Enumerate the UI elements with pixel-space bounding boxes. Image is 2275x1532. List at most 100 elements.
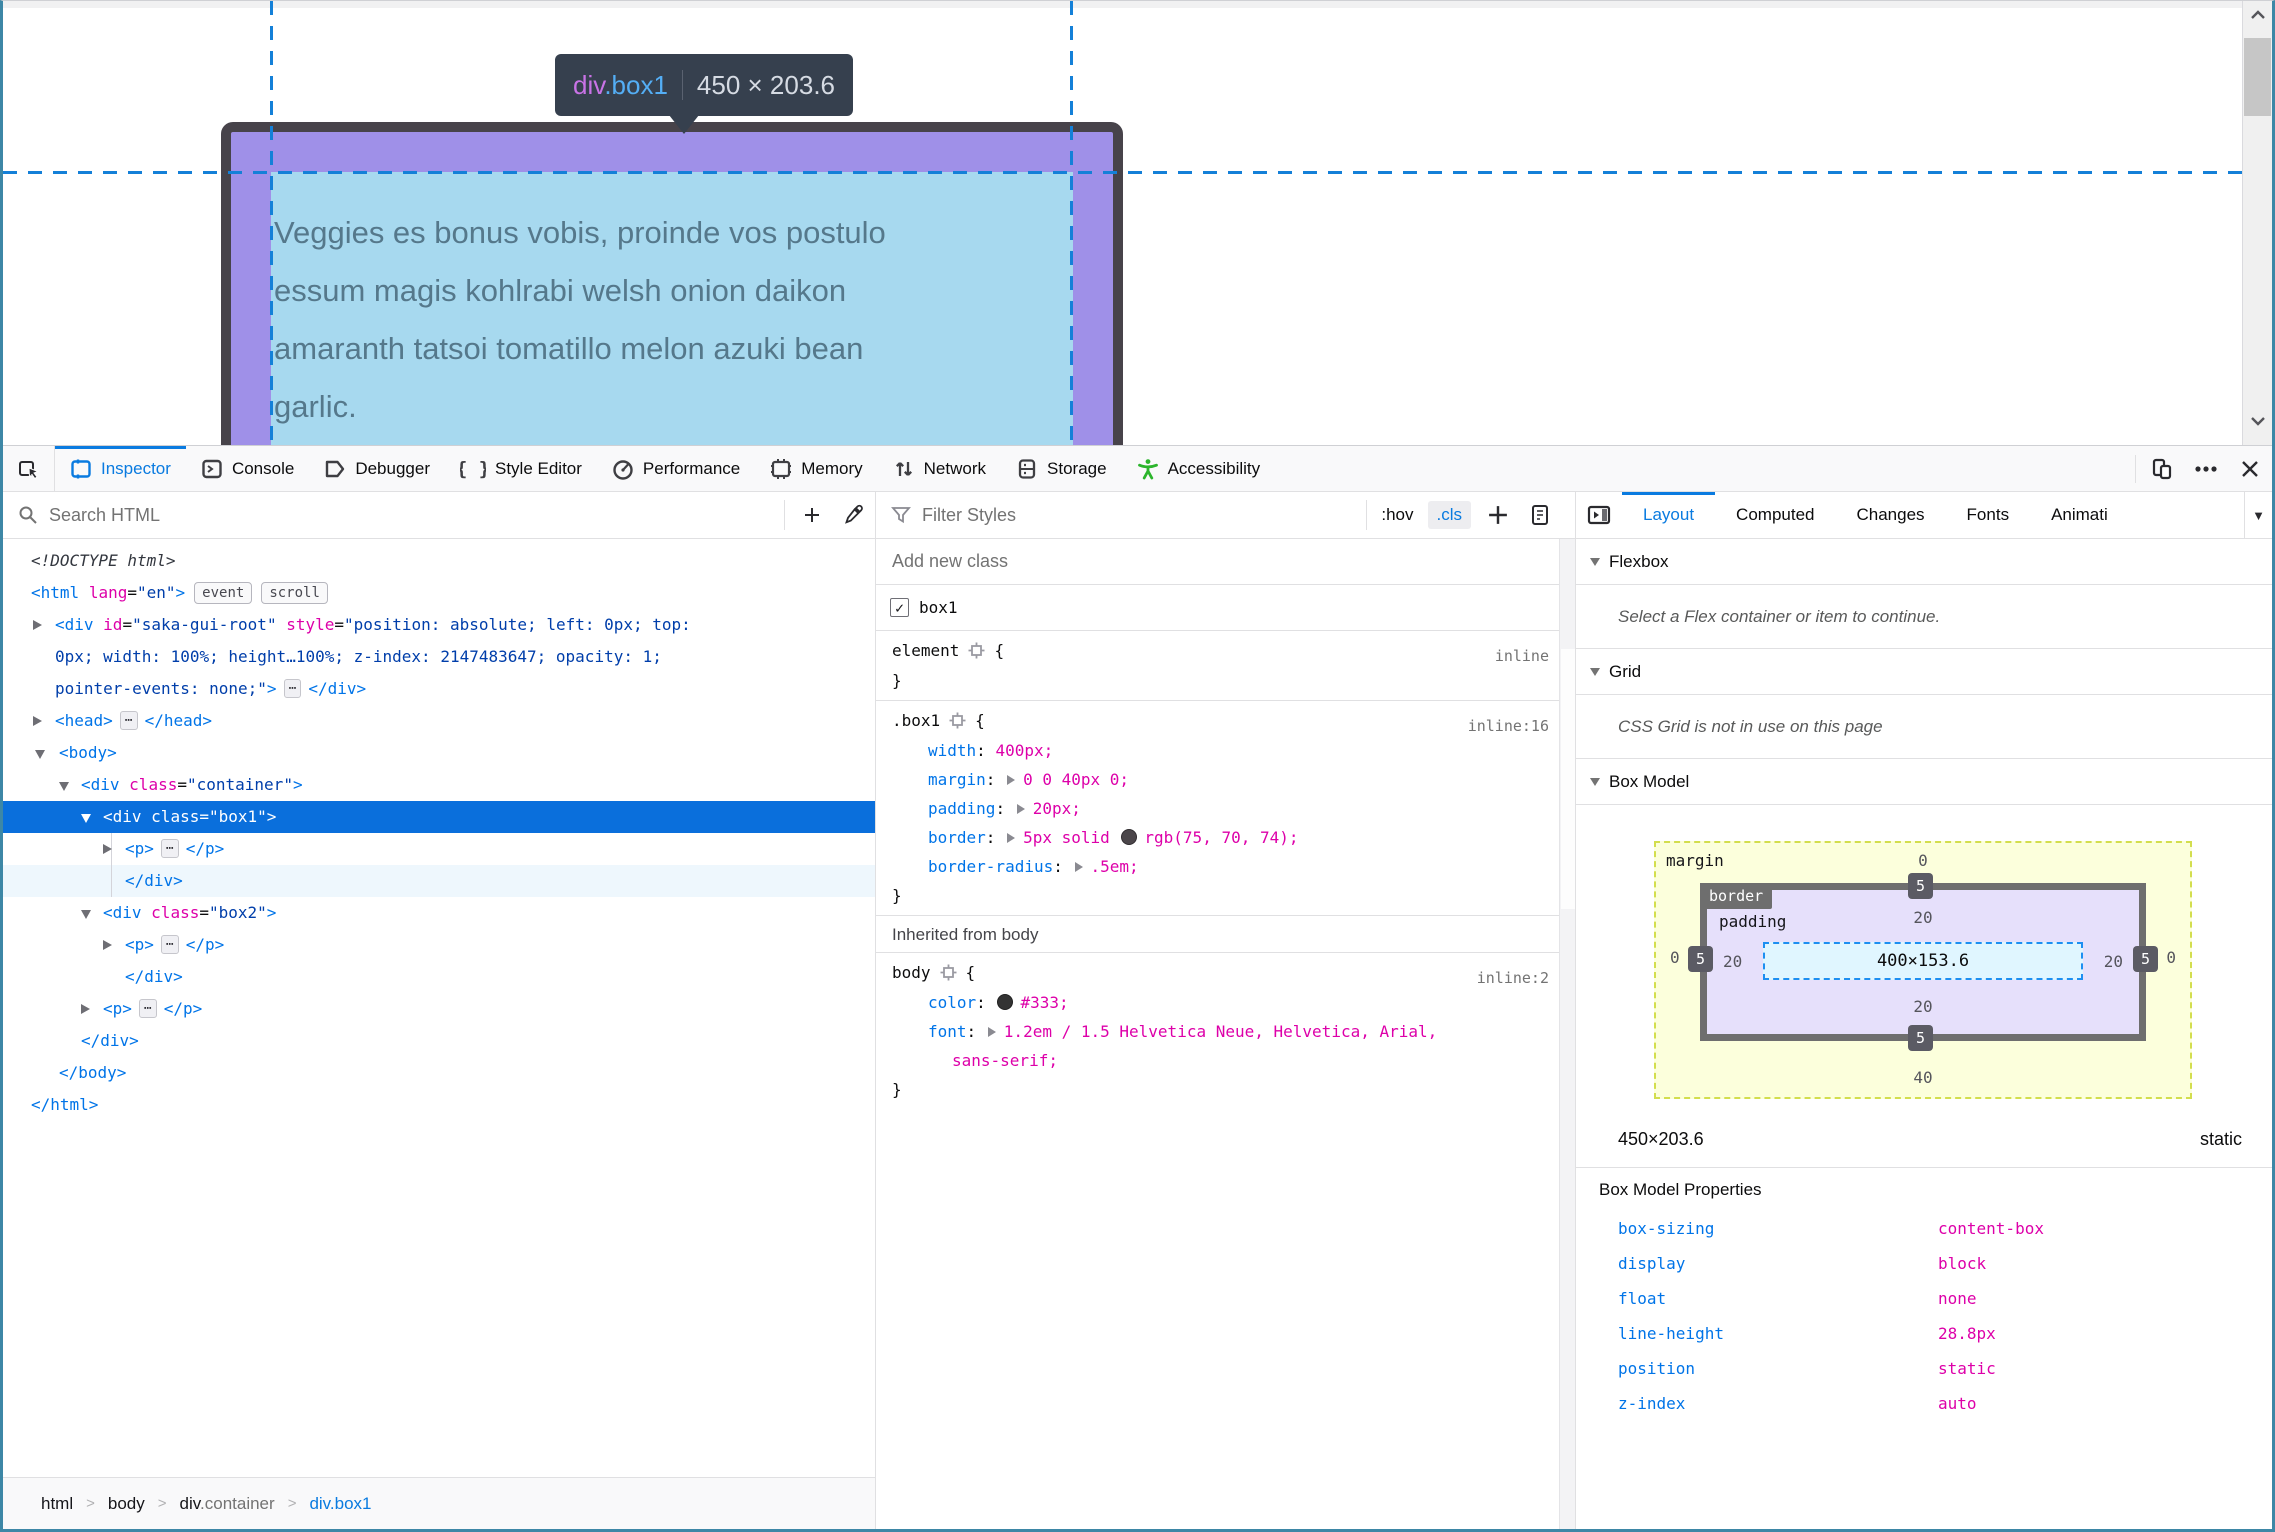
devtools-tab-debugger[interactable]: Debugger [309,446,445,491]
markup-line-selected[interactable]: <div class="box1"> [3,801,875,833]
css-declaration[interactable]: font: 1.2em / 1.5 Helvetica Neue, Helvet… [876,1017,1559,1046]
property-name[interactable]: border-radius [928,857,1053,876]
color-swatch[interactable] [997,994,1014,1010]
box-model-properties-header[interactable]: Box Model Properties [1576,1167,2272,1211]
css-declaration[interactable]: padding: 20px; [876,794,1559,823]
class-checkbox[interactable]: ✓ [890,598,909,617]
selector-highlighter-icon[interactable] [940,964,957,981]
add-node-button[interactable] [791,492,833,538]
box-model-margin-layer[interactable]: margin 0 40 0 0 border 5 5 5 5 padding 2… [1654,841,2192,1099]
css-declaration[interactable]: width: 400px; [876,736,1559,765]
css-declaration[interactable]: margin: 0 0 40px 0; [876,765,1559,794]
property-name[interactable]: border [928,828,986,847]
eyedropper-button[interactable] [833,492,875,538]
expander-expanded-icon[interactable] [81,814,91,823]
property-name[interactable]: font [928,1022,967,1041]
property-name[interactable]: padding [928,799,995,818]
devtools-tab-inspector[interactable]: Inspector [55,446,186,491]
property-value[interactable]: 20px; [1033,799,1081,818]
margin-right-value[interactable]: 0 [2166,948,2176,967]
markup-line[interactable]: <div id="saka-gui-root" style="position:… [3,609,875,641]
property-value[interactable]: 1.2em / 1.5 Helvetica Neue, Helvetica, A… [1004,1022,1437,1041]
scrollbar-thumb[interactable] [2244,38,2271,116]
scroll-up-icon[interactable] [2243,9,2272,21]
box-model-content-box[interactable]: 400×153.6 [1763,942,2083,980]
markup-line[interactable]: </div> [3,1025,875,1057]
expander-collapsed-icon[interactable] [103,940,112,950]
rule-source-link[interactable]: inline:2 [1477,963,1549,993]
value-expander-icon[interactable] [1074,862,1083,872]
markup-line[interactable]: <p> ⋯ </p> [3,929,875,961]
pick-element-button[interactable] [3,446,55,491]
expander-collapsed-icon[interactable] [81,1004,90,1014]
property-name[interactable]: z-index [1618,1386,1938,1421]
property-value[interactable]: 0 0 40px 0; [1023,770,1129,789]
markup-line[interactable]: </div> [3,865,875,897]
breadcrumb-item-selected[interactable]: div.box1 [309,1494,371,1514]
border-right-value[interactable]: 5 [2132,946,2158,972]
rules-scrollbar[interactable] [1559,539,1575,1529]
all-tabs-chevron-icon[interactable]: ▼ [2244,492,2272,538]
markup-line[interactable]: <p> ⋯ </p> [3,833,875,865]
add-rule-button[interactable] [1477,492,1519,538]
property-name[interactable]: float [1618,1281,1938,1316]
box-model-section-header[interactable]: Box Model [1576,759,2272,805]
event-badge[interactable]: event [194,582,253,604]
breadcrumb-item[interactable]: html [41,1494,73,1514]
meatball-menu-button[interactable] [2184,446,2228,492]
pseudo-class-toggle[interactable]: :hov [1373,505,1421,525]
event-badge[interactable]: scroll [261,582,328,604]
markup-line[interactable]: <!DOCTYPE html> [3,545,875,577]
flexbox-section-header[interactable]: Flexbox [1576,539,2272,585]
rule-source-link[interactable]: inline:16 [1468,711,1549,741]
rule-selector[interactable]: body{inline:2 [876,958,1559,988]
rule-selector[interactable]: element{inline [876,636,1559,666]
add-new-class-input[interactable]: Add new class [876,539,1559,585]
expander-expanded-icon[interactable] [59,782,69,791]
css-declaration[interactable]: border-radius: .5em; [876,852,1559,881]
color-swatch[interactable] [1121,829,1138,845]
property-name[interactable]: box-sizing [1618,1211,1938,1246]
rule-selector[interactable]: .box1{inline:16 [876,706,1559,736]
expander-collapsed-icon[interactable] [33,716,42,726]
expander-expanded-icon[interactable] [35,750,45,759]
property-value[interactable]: rgb(75, 70, 74); [1144,828,1298,847]
breadcrumb-item[interactable]: div.container [180,1494,275,1514]
markup-line[interactable]: </html> [3,1089,875,1121]
property-name[interactable]: position [1618,1351,1938,1386]
filter-styles-input[interactable]: Filter Styles [922,505,1016,526]
sidebar-tab-animati[interactable]: Animati [2030,492,2129,538]
grid-section-header[interactable]: Grid [1576,649,2272,695]
property-value[interactable]: .5em; [1091,857,1139,876]
selector-highlighter-icon[interactable] [968,642,985,659]
property-name[interactable]: margin [928,770,986,789]
markup-line[interactable]: <div class="box2"> [3,897,875,929]
markup-line[interactable]: <head> ⋯ </head> [3,705,875,737]
expander-expanded-icon[interactable] [81,910,91,919]
padding-top-value[interactable]: 20 [1707,908,2139,927]
markup-line[interactable]: pointer-events: none;"> ⋯ </div> [3,673,875,705]
devtools-tab-network[interactable]: Network [878,446,1001,491]
value-expander-icon[interactable] [1007,833,1016,843]
devtools-tab-style-editor[interactable]: { } Style Editor [445,446,597,491]
close-devtools-button[interactable] [2228,446,2272,492]
css-declaration[interactable]: border: 5px solid rgb(75, 70, 74); [876,823,1559,852]
devtools-tab-accessibility[interactable]: Accessibility [1122,446,1276,491]
breadcrumb-item[interactable]: body [108,1494,145,1514]
expand-sidebar-button[interactable] [1576,492,1622,538]
css-declaration[interactable]: color: #333; [876,988,1559,1017]
inline-ellipsis-chip[interactable]: ⋯ [119,711,138,730]
markup-line[interactable]: <html lang="en"> event scroll [3,577,875,609]
selector-highlighter-icon[interactable] [949,712,966,729]
box-model-padding-layer[interactable]: padding 20 20 20 20 400×153.6 [1707,890,2139,1034]
border-bottom-value[interactable]: 5 [1908,1025,1934,1051]
property-name[interactable]: color [928,993,976,1012]
margin-left-value[interactable]: 0 [1670,948,1680,967]
class-toggle-button[interactable]: .cls [1427,501,1471,529]
markup-line[interactable]: <body> [3,737,875,769]
inline-ellipsis-chip[interactable]: ⋯ [138,999,157,1018]
inline-ellipsis-chip[interactable]: ⋯ [283,679,302,698]
padding-left-value[interactable]: 20 [1723,952,1742,971]
property-value[interactable]: #333; [1020,993,1068,1012]
border-top-value[interactable]: 5 [1908,873,1934,899]
